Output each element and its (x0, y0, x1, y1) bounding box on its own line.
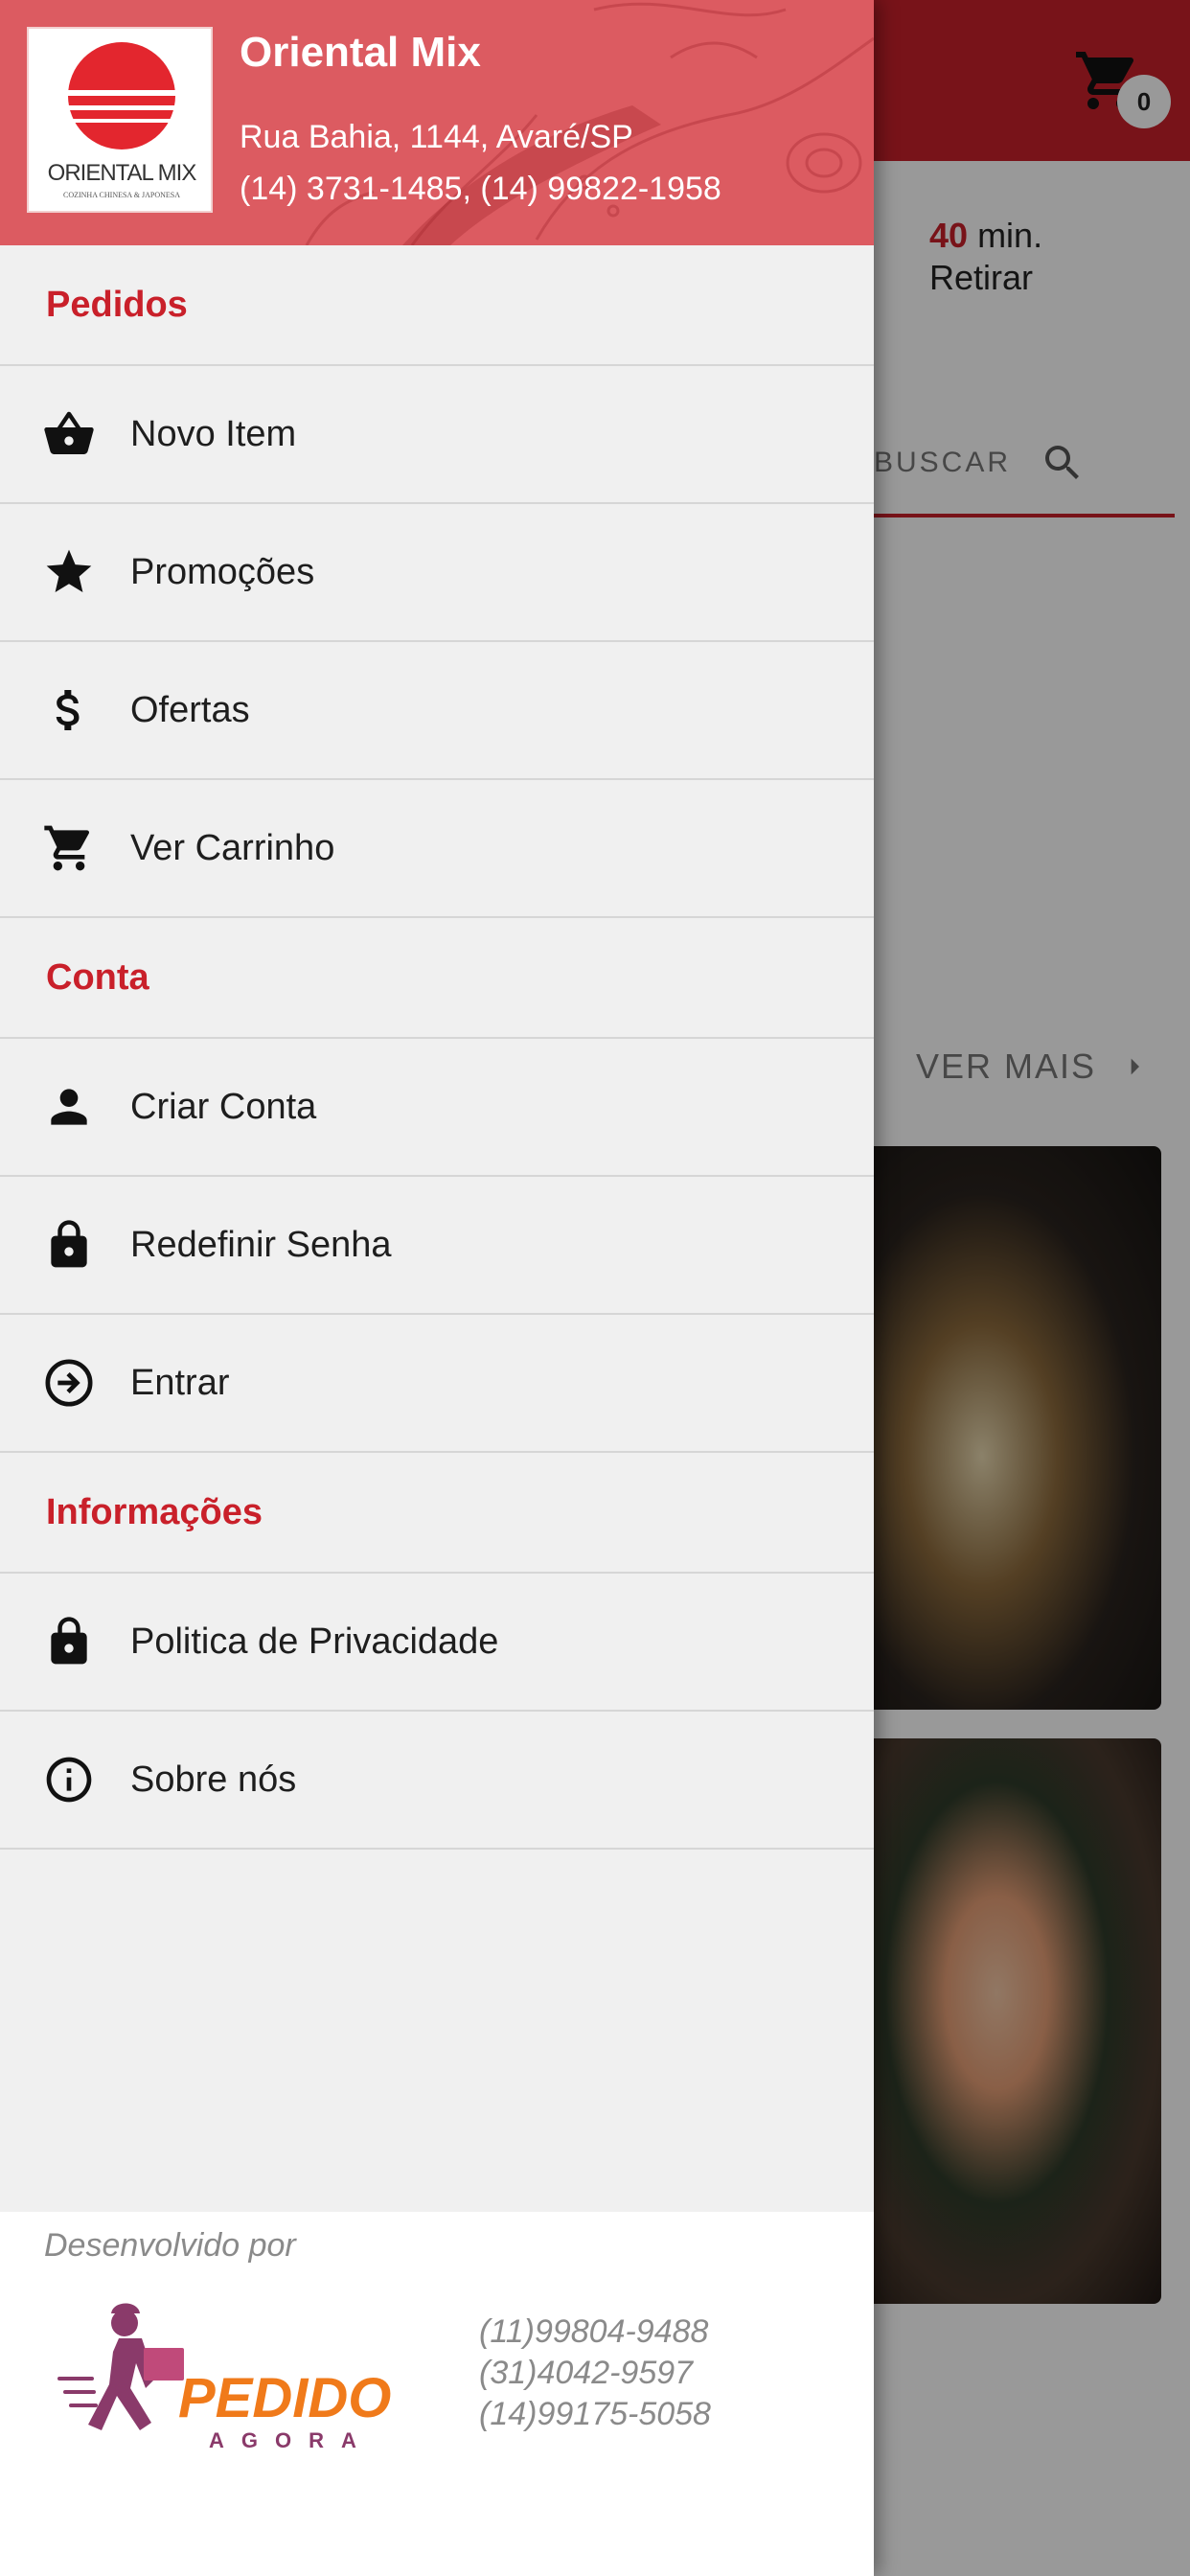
menu-item-label: Sobre nós (130, 1759, 297, 1800)
store-logo: ORIENTAL MIX COZINHA CHINESA & JAPONESA (27, 27, 213, 213)
menu-item-label: Criar Conta (130, 1086, 317, 1127)
lock-icon (42, 1615, 96, 1668)
menu-item-novo-item[interactable]: Novo Item (0, 366, 874, 504)
brand-main-text: PEDIDO (178, 2367, 391, 2429)
basket-icon (42, 407, 96, 461)
store-name: Oriental Mix (240, 29, 481, 76)
star-icon (42, 545, 96, 599)
menu-item-label: Politica de Privacidade (130, 1621, 499, 1662)
menu-item-promocoes[interactable]: Promoções (0, 504, 874, 642)
menu-item-label: Novo Item (130, 413, 297, 454)
dollar-icon (42, 683, 96, 737)
menu-item-label: Promoções (130, 551, 315, 592)
menu-item-label: Entrar (130, 1362, 230, 1403)
section-title-conta: Conta (0, 918, 874, 1039)
info-icon (42, 1753, 96, 1806)
menu-item-ver-carrinho[interactable]: Ver Carrinho (0, 780, 874, 918)
drawer-footer: Desenvolvido por PEDIDO AGORA (11)99804-… (0, 2212, 874, 2576)
developer-phone: (31)4042-9597 (479, 2355, 694, 2391)
brand-sub-text: AGORA (209, 2428, 374, 2452)
menu-item-ofertas[interactable]: Ofertas (0, 642, 874, 780)
store-address: Rua Bahia, 1144, Avaré/SP (240, 119, 633, 155)
developed-by-label: Desenvolvido por (44, 2227, 296, 2264)
menu-item-entrar[interactable]: Entrar (0, 1315, 874, 1453)
person-icon (42, 1080, 96, 1134)
pedido-agora-logo[interactable]: PEDIDO AGORA (56, 2296, 410, 2459)
menu-item-criar-conta[interactable]: Criar Conta (0, 1039, 874, 1177)
menu-item-label: Redefinir Senha (130, 1224, 392, 1265)
menu-item-label: Ver Carrinho (130, 827, 335, 868)
store-phones: (14) 3731-1485, (14) 99822-1958 (240, 171, 721, 207)
developer-phones: (11)99804-9488 (31)4042-9597 (14)99175-5… (479, 2312, 711, 2435)
logo-subtext: COZINHA CHINESA & JAPONESA (63, 191, 180, 199)
developer-phone: (11)99804-9488 (479, 2313, 709, 2350)
section-title-informacoes: Informações (0, 1453, 874, 1574)
menu-item-redefinir-senha[interactable]: Redefinir Senha (0, 1177, 874, 1315)
login-arrow-icon (42, 1356, 96, 1410)
logo-text: ORIENTAL MIX (48, 160, 197, 186)
section-title-pedidos: Pedidos (0, 245, 874, 366)
navigation-drawer: ORIENTAL MIX COZINHA CHINESA & JAPONESA … (0, 0, 874, 2576)
menu-item-politica-privacidade[interactable]: Politica de Privacidade (0, 1574, 874, 1712)
menu-item-sobre-nos[interactable]: Sobre nós (0, 1712, 874, 1850)
shopping-cart-icon (42, 821, 96, 875)
developer-phone: (14)99175-5058 (479, 2396, 711, 2432)
lock-icon (42, 1218, 96, 1272)
menu-item-label: Ofertas (130, 689, 250, 730)
drawer-header: ORIENTAL MIX COZINHA CHINESA & JAPONESA … (0, 0, 874, 245)
